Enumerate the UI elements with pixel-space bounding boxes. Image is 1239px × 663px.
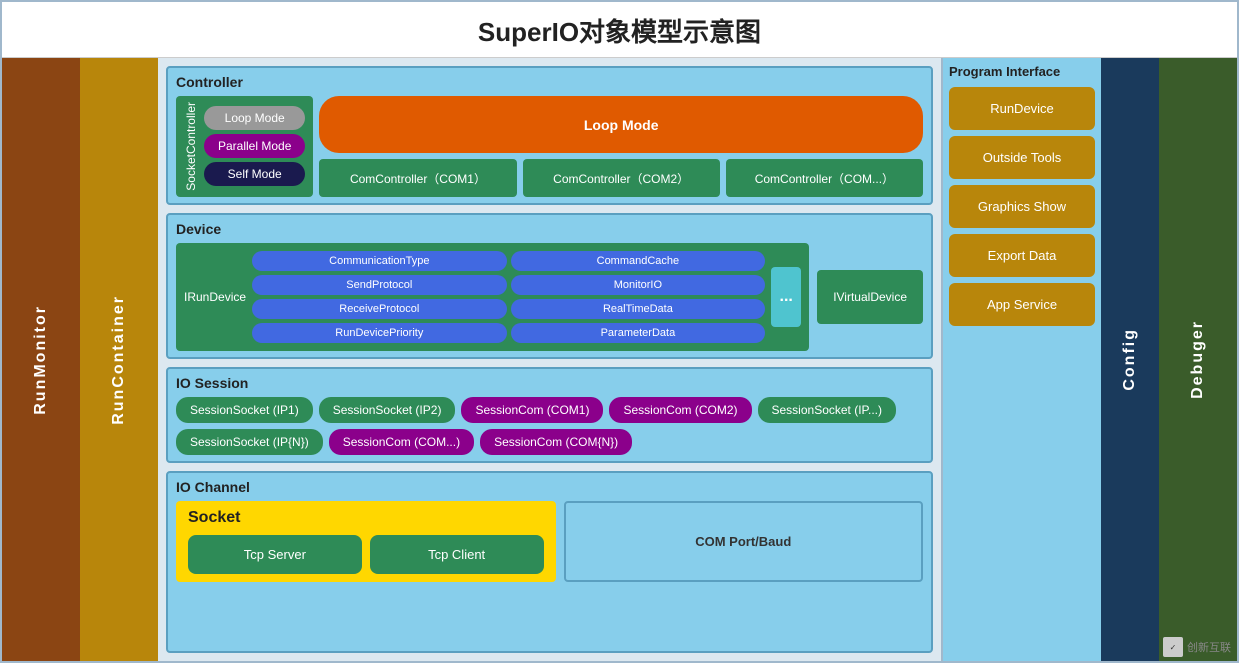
- io-session-title: IO Session: [176, 375, 923, 391]
- com-controllers: ComController（COM1） ComController（COM2） …: [319, 159, 923, 196]
- loop-mode-orange-button[interactable]: Loop Mode: [319, 96, 923, 153]
- tcp-client-button[interactable]: Tcp Client: [370, 535, 544, 574]
- debuger-label: Debuger: [1189, 320, 1207, 399]
- right-panel: Program Interface RunDevice Outside Tool…: [941, 58, 1101, 661]
- prop-parameter-data[interactable]: ParameterData: [511, 323, 766, 343]
- export-data-button[interactable]: Export Data: [949, 234, 1095, 277]
- prop-communication-type[interactable]: CommunicationType: [252, 251, 507, 271]
- watermark-text: 创新互联: [1187, 639, 1231, 655]
- controller-section: Controller SocketController Loop Mode Pa…: [166, 66, 933, 205]
- socket-yellow-title: Socket: [188, 509, 544, 527]
- main-container: SuperIO对象模型示意图 RunMonitor RunContainer C…: [0, 0, 1239, 663]
- session-com-com1[interactable]: SessionCom (COM1): [461, 397, 603, 423]
- device-props: CommunicationType CommandCache SendProto…: [252, 251, 765, 343]
- session-com-com2[interactable]: SessionCom (COM2): [609, 397, 751, 423]
- content-area: RunMonitor RunContainer Controller Socke…: [2, 58, 1237, 661]
- mode-buttons: Loop Mode Parallel Mode Self Mode: [204, 106, 305, 186]
- run-device-button[interactable]: RunDevice: [949, 87, 1095, 130]
- session-com-comn[interactable]: SessionCom (COM{N}): [480, 429, 632, 455]
- prop-real-time-data[interactable]: RealTimeData: [511, 299, 766, 319]
- session-com-com3[interactable]: SessionCom (COM...): [329, 429, 474, 455]
- session-socket-ipn1[interactable]: SessionSocket (IP...): [758, 397, 897, 423]
- io-channel-section: IO Channel Socket Tcp Server Tcp Client …: [166, 471, 933, 653]
- prop-monitor-io[interactable]: MonitorIO: [511, 275, 766, 295]
- controller-title: Controller: [176, 74, 923, 90]
- com-controller-3: ComController（COM...）: [726, 159, 923, 196]
- app-service-button[interactable]: App Service: [949, 283, 1095, 326]
- prop-command-cache[interactable]: CommandCache: [511, 251, 766, 271]
- irun-device-box: IRunDevice CommunicationType CommandCach…: [176, 243, 809, 351]
- io-channel-title: IO Channel: [176, 479, 923, 495]
- controller-right: Loop Mode ComController（COM1） ComControl…: [319, 96, 923, 197]
- self-mode-button[interactable]: Self Mode: [204, 162, 305, 186]
- left-bars: RunMonitor RunContainer: [2, 58, 158, 661]
- session-socket-ipn2[interactable]: SessionSocket (IP{N}): [176, 429, 323, 455]
- bar-config: Config: [1101, 58, 1159, 661]
- bar-run-monitor: RunMonitor: [2, 58, 80, 661]
- program-interface-title: Program Interface: [949, 64, 1095, 79]
- irun-label: IRunDevice: [184, 290, 246, 304]
- prop-send-protocol[interactable]: SendProtocol: [252, 275, 507, 295]
- com-controller-1: ComController（COM1）: [319, 159, 516, 196]
- config-label: Config: [1121, 328, 1139, 391]
- outside-tools-button[interactable]: Outside Tools: [949, 136, 1095, 179]
- com-port-box: COM Port/Baud: [564, 501, 924, 582]
- prop-run-device-priority[interactable]: RunDevicePriority: [252, 323, 507, 343]
- device-section: Device IRunDevice CommunicationType Comm…: [166, 213, 933, 359]
- com-controller-2: ComController（COM2）: [523, 159, 720, 196]
- watermark: ✓ 创新互联: [1163, 637, 1231, 657]
- io-session-section: IO Session SessionSocket (IP1) SessionSo…: [166, 367, 933, 463]
- session-socket-ip1[interactable]: SessionSocket (IP1): [176, 397, 313, 423]
- parallel-mode-button[interactable]: Parallel Mode: [204, 134, 305, 158]
- loop-mode-gray-button[interactable]: Loop Mode: [204, 106, 305, 130]
- ivirtual-device-box: IVirtualDevice: [817, 270, 923, 324]
- run-monitor-label: RunMonitor: [32, 305, 50, 415]
- device-dots: ...: [771, 267, 801, 327]
- socket-yellow-box: Socket Tcp Server Tcp Client: [176, 501, 556, 582]
- socket-controller-label: SocketController: [184, 102, 198, 191]
- device-inner: IRunDevice CommunicationType CommandCach…: [176, 243, 923, 351]
- io-session-grid: SessionSocket (IP1) SessionSocket (IP2) …: [176, 397, 923, 455]
- graphics-show-button[interactable]: Graphics Show: [949, 185, 1095, 228]
- controller-inner: SocketController Loop Mode Parallel Mode…: [176, 96, 923, 197]
- bar-debuger: Debuger: [1159, 58, 1237, 661]
- center-content: Controller SocketController Loop Mode Pa…: [158, 58, 941, 661]
- far-right-bars: Config Debuger: [1101, 58, 1237, 661]
- session-socket-ip2[interactable]: SessionSocket (IP2): [319, 397, 456, 423]
- watermark-icon: ✓: [1163, 637, 1183, 657]
- bar-run-container: RunContainer: [80, 58, 158, 661]
- device-title: Device: [176, 221, 923, 237]
- io-channel-inner: Socket Tcp Server Tcp Client COM Port/Ba…: [176, 501, 923, 582]
- tcp-server-button[interactable]: Tcp Server: [188, 535, 362, 574]
- socket-buttons: Tcp Server Tcp Client: [188, 535, 544, 574]
- run-container-label: RunContainer: [110, 295, 128, 425]
- program-interface-buttons: RunDevice Outside Tools Graphics Show Ex…: [949, 87, 1095, 655]
- socket-controller-area: SocketController Loop Mode Parallel Mode…: [176, 96, 313, 197]
- page-title: SuperIO对象模型示意图: [2, 2, 1237, 58]
- prop-receive-protocol[interactable]: ReceiveProtocol: [252, 299, 507, 319]
